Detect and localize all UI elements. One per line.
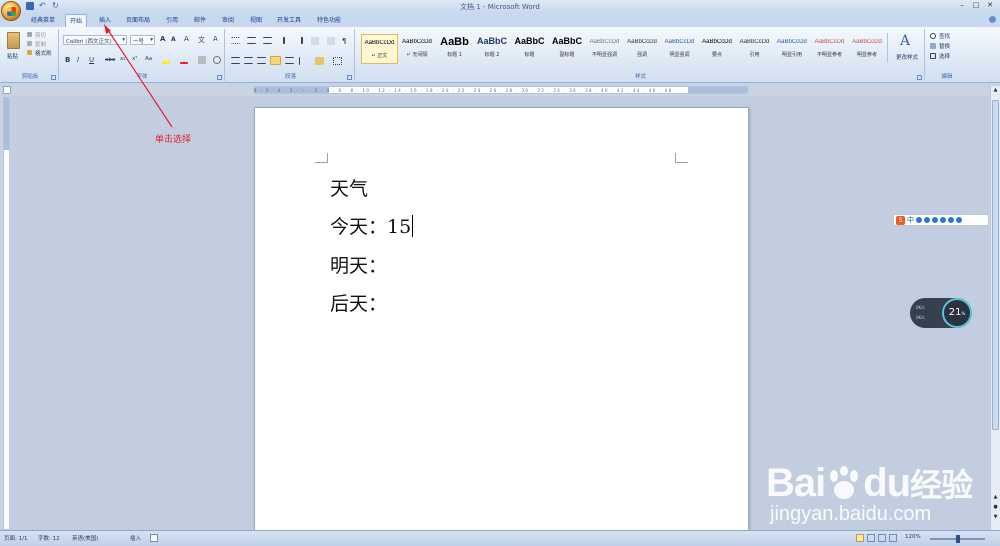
network-speed-widget[interactable]: 0K/s 0K/s 21%: [910, 298, 972, 328]
ime-toolbar[interactable]: S 中: [893, 214, 989, 226]
annotation-text: 单击选择: [155, 135, 192, 145]
office-button[interactable]: [1, 1, 21, 21]
toolbox-icon[interactable]: [956, 217, 962, 223]
keyboard-icon[interactable]: [940, 217, 946, 223]
skin-icon[interactable]: [948, 217, 954, 223]
emoji-icon[interactable]: [924, 217, 930, 223]
upload-rate: 0K/s: [916, 305, 925, 310]
download-rate: 0K/s: [916, 315, 925, 320]
sogou-logo-icon[interactable]: S: [896, 215, 905, 225]
office-logo-icon: [7, 7, 16, 16]
voice-icon[interactable]: [932, 217, 938, 223]
baidu-watermark-logo: Bai du经验: [766, 461, 973, 505]
ime-mode[interactable]: 中: [907, 215, 914, 225]
memory-usage: 21%: [942, 298, 972, 328]
baidu-paw-icon: [830, 466, 859, 499]
punctuation-icon[interactable]: [916, 217, 922, 223]
baidu-watermark-url: jingyan.baidu.com: [770, 503, 932, 525]
